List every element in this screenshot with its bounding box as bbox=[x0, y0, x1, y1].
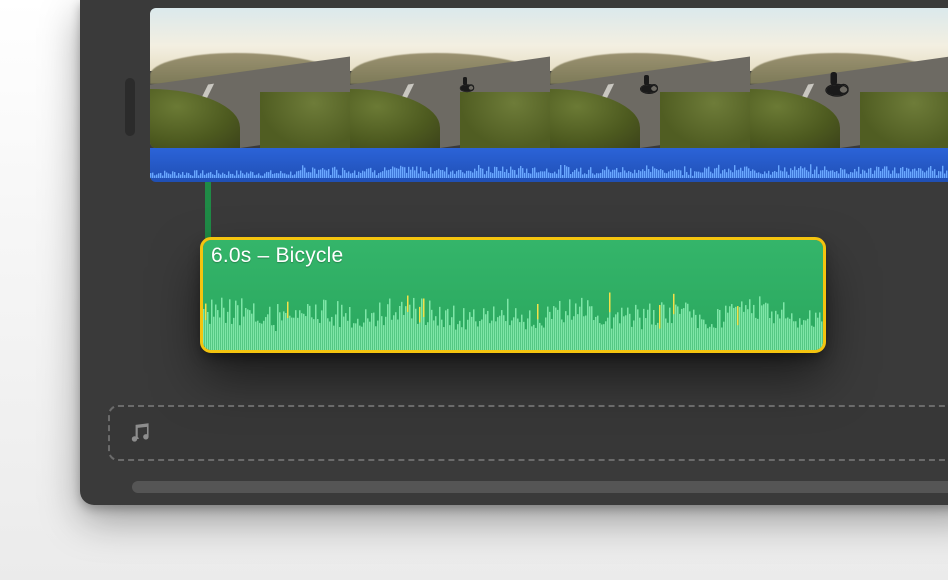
video-thumbnail bbox=[750, 8, 948, 148]
background-music-track[interactable] bbox=[108, 405, 948, 461]
video-thumbnail bbox=[350, 8, 550, 148]
video-thumbnail bbox=[150, 8, 350, 148]
audio-clip-label: 6.0s – Bicycle bbox=[211, 244, 343, 268]
timeline-edge-marker[interactable] bbox=[125, 78, 135, 136]
horizontal-scrollbar[interactable] bbox=[132, 481, 948, 493]
clip-connector bbox=[205, 182, 211, 242]
video-clip-audio-waveform[interactable] bbox=[150, 148, 948, 182]
timeline-panel[interactable]: 6.0s – Bicycle bbox=[80, 0, 948, 505]
music-note-icon bbox=[128, 420, 154, 446]
video-thumbnail bbox=[550, 8, 750, 148]
audio-waveform bbox=[203, 272, 823, 350]
waveform bbox=[150, 158, 948, 178]
video-clip[interactable] bbox=[150, 8, 948, 148]
connected-audio-clip[interactable]: 6.0s – Bicycle bbox=[203, 240, 823, 350]
